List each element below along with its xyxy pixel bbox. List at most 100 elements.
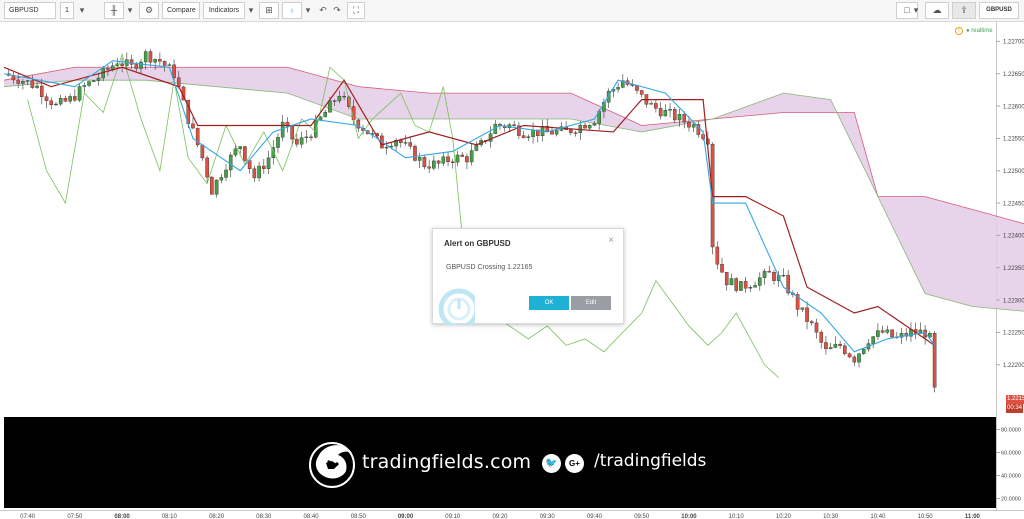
candle-body <box>748 287 753 289</box>
candle-body <box>885 329 890 333</box>
price-label: 1.22600 <box>1003 104 1024 110</box>
candle-body <box>422 157 427 168</box>
time-label: 10:10 <box>729 514 745 519</box>
time-label: 08:50 <box>351 514 367 519</box>
candle-body <box>139 61 143 69</box>
symbol-input[interactable]: GBPUSD <box>4 2 56 19</box>
candle-body <box>880 330 885 333</box>
cloud-upload-icon: ⇪ <box>960 5 968 15</box>
indicators-dropdown[interactable]: ▾ <box>245 2 257 19</box>
close-icon[interactable]: × <box>608 235 614 246</box>
candle-body <box>743 281 748 289</box>
candle-body <box>262 165 266 169</box>
candle-body <box>446 156 450 163</box>
candle-body <box>96 77 101 81</box>
candle-body <box>847 353 852 358</box>
alert-dropdown[interactable]: ▾ <box>302 2 314 19</box>
candle-body <box>176 77 181 88</box>
interval-dropdown[interactable]: ▾ <box>76 2 88 19</box>
time-label: 09:30 <box>540 514 556 519</box>
candle-body <box>252 168 257 179</box>
candle-body <box>276 137 280 148</box>
alert-button[interactable]: ♁ <box>282 2 302 19</box>
chevron-down-icon: ▾ <box>79 5 85 15</box>
candle-body <box>39 85 44 97</box>
candle-body <box>469 150 474 163</box>
save-chart-button[interactable]: ⇪ <box>952 2 976 19</box>
realtime-label: realtime <box>971 28 993 34</box>
warning-icon[interactable]: ! <box>955 27 963 35</box>
candle-body <box>323 112 328 118</box>
compare-button[interactable]: Compare <box>162 2 200 19</box>
candle-body <box>526 136 531 138</box>
candle-body <box>819 331 824 343</box>
load-chart-button[interactable]: ☁ <box>925 2 949 19</box>
candle-body <box>290 126 294 140</box>
ok-button[interactable]: OK <box>529 296 569 310</box>
candle-body <box>120 63 124 66</box>
candle-body <box>337 96 342 102</box>
candle-body <box>682 114 687 123</box>
candle-body <box>890 329 894 338</box>
template-icon: ⊞ <box>265 5 273 15</box>
candle-body <box>753 285 757 288</box>
price-label: 1.22300 <box>1003 298 1024 304</box>
candle-body <box>143 51 148 63</box>
candle-body <box>687 121 691 128</box>
time-label: 08:00 <box>114 514 130 519</box>
candle-body <box>781 275 786 277</box>
candle-body <box>110 65 115 70</box>
interval-button[interactable]: 1 <box>60 2 74 19</box>
candle-body <box>672 109 677 121</box>
candle-body <box>455 154 460 163</box>
candle-body <box>35 85 39 88</box>
compare-label: Compare <box>167 7 196 14</box>
candle-body <box>521 135 526 138</box>
candle-body <box>238 146 242 150</box>
settings-button[interactable]: ⚙ <box>139 2 159 19</box>
candle-body <box>219 177 224 181</box>
candle-body <box>162 61 167 66</box>
candle-body <box>16 79 20 84</box>
candle-body <box>715 246 720 265</box>
twitter-icon: 🐦 <box>542 454 561 473</box>
indicators-button[interactable]: Indicators <box>203 2 245 19</box>
templates-button[interactable]: ⊞ <box>259 2 279 19</box>
candle-body <box>205 157 209 178</box>
candle-body <box>861 348 866 354</box>
candle-body <box>299 137 304 145</box>
symbol-badge[interactable]: GBPUSD <box>979 2 1019 19</box>
candle-body <box>932 333 937 388</box>
candle-body <box>573 132 578 134</box>
candle-body <box>191 123 195 129</box>
chart-type-button[interactable]: ╫ <box>104 2 124 19</box>
candle-body <box>876 330 880 337</box>
trading-app: GBPUSD 1 ▾ ╫ ▾ ⚙ Compare Indicators ▾ ⊞ … <box>0 0 1024 519</box>
layout-dropdown[interactable]: ▾ <box>910 2 922 19</box>
chevron-down-icon: ▾ <box>305 5 311 15</box>
indicators-label: Indicators <box>208 7 240 14</box>
candle-body <box>91 80 96 82</box>
candle-body <box>58 98 63 105</box>
edit-button[interactable]: Edit <box>571 296 611 310</box>
indicator-label: 60.0000 <box>1001 451 1021 457</box>
chart-type-dropdown[interactable]: ▾ <box>124 2 136 19</box>
price-label: 1.22400 <box>1003 234 1024 240</box>
candle-body <box>833 343 838 348</box>
candle-body <box>427 166 431 169</box>
candle-body <box>550 130 554 135</box>
redo-button[interactable]: ↷ <box>330 2 344 19</box>
price-label: 1.22550 <box>1003 137 1024 143</box>
time-label: 07:50 <box>67 514 83 519</box>
candle-body <box>309 136 313 138</box>
candle-body <box>63 98 68 102</box>
time-label: 09:20 <box>492 514 508 519</box>
candle-body <box>432 160 436 169</box>
bar-countdown-tag: 00:34 <box>1006 404 1024 413</box>
fullscreen-button[interactable]: ⛶ <box>347 2 365 19</box>
chevron-down-icon: ▾ <box>127 5 133 15</box>
undo-button[interactable]: ↶ <box>316 2 330 19</box>
price-label: 1.22350 <box>1003 266 1024 272</box>
candle-body <box>356 119 361 129</box>
time-label: 08:20 <box>209 514 225 519</box>
